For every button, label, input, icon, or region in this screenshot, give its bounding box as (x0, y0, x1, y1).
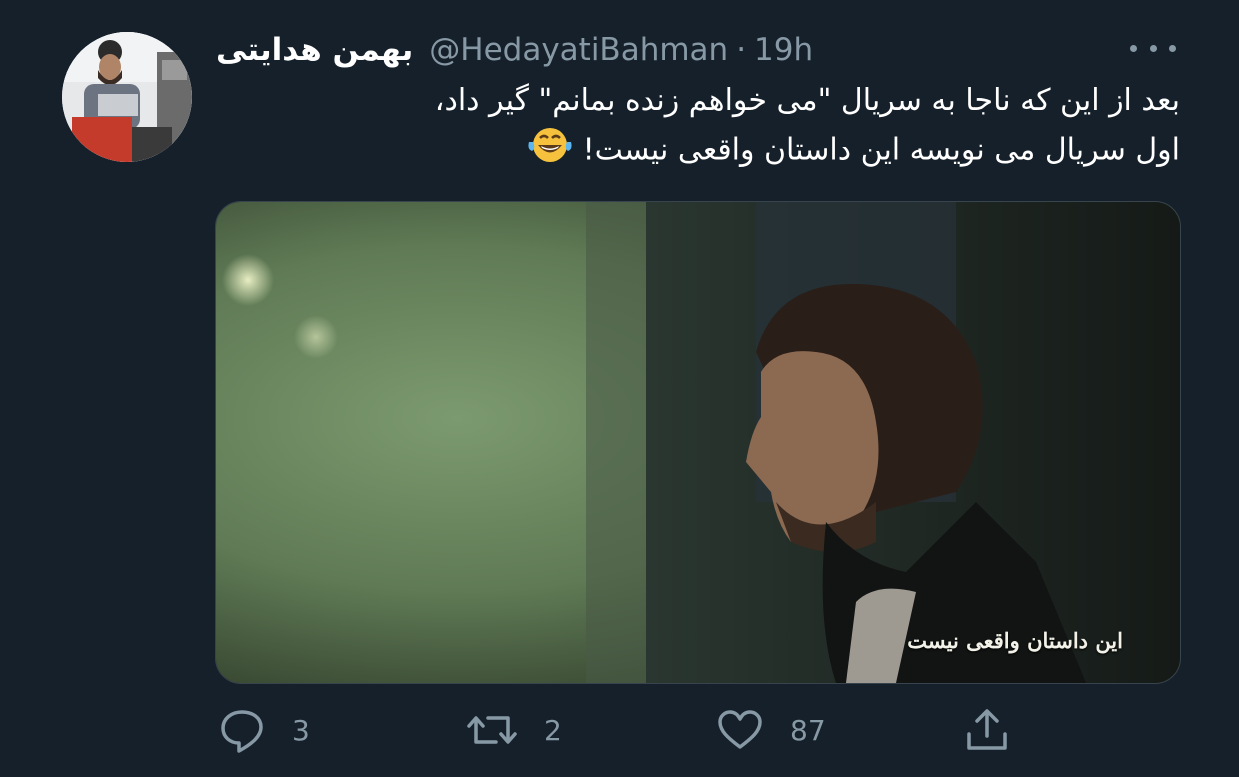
reply-button[interactable]: 3 (218, 700, 310, 760)
tweet-text-line-1: بعد از این که ناجا به سریال "می خواهم زن… (434, 83, 1180, 118)
header-separator: · (736, 32, 747, 68)
video-frame-image (216, 202, 1180, 683)
tweet-emoji: 😂 (527, 124, 573, 178)
tweet-text-line-2-text: اول سریال می نویسه این داستان واقعی نیست… (582, 132, 1180, 168)
like-count: 87 (790, 713, 826, 747)
tweet-timestamp[interactable]: 19h (754, 32, 813, 68)
retweet-button[interactable]: 2 (466, 700, 562, 760)
tweet-header: بهمن هدایتی @HedayatiBahman · 19h (216, 30, 1176, 70)
tweet-actions: 3 2 87 (0, 700, 1239, 760)
tweet-text: بعد از این که ناجا به سریال "می خواهم زن… (216, 78, 1180, 178)
retweet-icon (467, 716, 517, 744)
author-display-name[interactable]: بهمن هدایتی (216, 32, 413, 68)
more-icon[interactable] (1130, 36, 1176, 60)
share-icon (967, 709, 1007, 750)
tweet-media-video[interactable]: این داستان واقعی نیست (215, 201, 1181, 684)
avatar-image (62, 32, 192, 162)
tears-of-joy-emoji-icon (528, 128, 572, 162)
avatar[interactable] (62, 32, 192, 162)
heart-icon (718, 710, 762, 749)
reply-icon (221, 710, 263, 753)
author-handle[interactable]: @HedayatiBahman (429, 32, 728, 68)
reply-count: 3 (292, 713, 310, 747)
share-button[interactable] (963, 700, 1011, 760)
retweet-count: 2 (544, 713, 562, 747)
tweet-text-line-2: اول سریال می نویسه این داستان واقعی نیست… (216, 124, 1180, 178)
like-button[interactable]: 87 (716, 700, 826, 760)
video-subtitle: این داستان واقعی نیست (907, 628, 1123, 653)
